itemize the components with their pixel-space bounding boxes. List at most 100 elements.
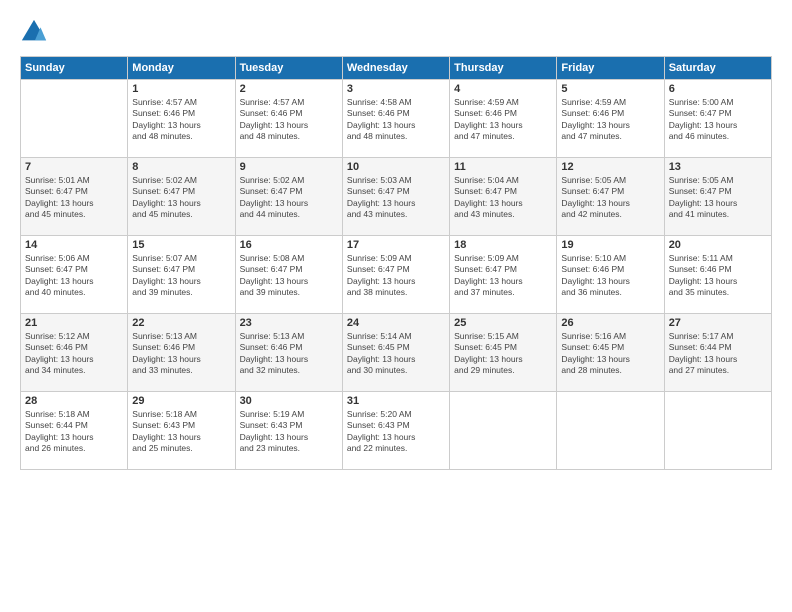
calendar-header-saturday: Saturday xyxy=(664,57,771,80)
calendar-cell: 11 Sunrise: 5:04 AM Sunset: 6:47 PM Dayli… xyxy=(450,158,557,236)
day-detail: Sunrise: 5:15 AM Sunset: 6:45 PM Dayligh… xyxy=(454,331,552,377)
day-number: 15 xyxy=(132,239,230,251)
calendar-cell: 26Sunrise: 5:16 AM Sunset: 6:45 PM Dayli… xyxy=(557,314,664,392)
day-number: 29 xyxy=(132,395,230,407)
calendar-cell: 4 Sunrise: 4:59 AM Sunset: 6:46 PM Daylig… xyxy=(450,80,557,158)
day-number: 19 xyxy=(561,239,659,251)
calendar-header-friday: Friday xyxy=(557,57,664,80)
day-number: 2 xyxy=(240,83,338,95)
calendar-cell: 3Sunrise: 4:58 AM Sunset: 6:46 PM Daylig… xyxy=(342,80,449,158)
day-number: 26 xyxy=(561,317,659,329)
day-detail: Sunrise: 5:07 AM Sunset: 6:47 PM Dayligh… xyxy=(132,253,230,299)
day-detail: Sunrise: 5:00 AM Sunset: 6:47 PM Dayligh… xyxy=(669,97,767,143)
day-detail: Sunrise: 5:12 AM Sunset: 6:46 PM Dayligh… xyxy=(25,331,123,377)
calendar-cell: 15 Sunrise: 5:07 AM Sunset: 6:47 PM Dayli… xyxy=(128,236,235,314)
calendar-week-row: 28 Sunrise: 5:18 AM Sunset: 6:44 PM Dayli… xyxy=(21,392,772,470)
day-detail: Sunrise: 4:58 AM Sunset: 6:46 PM Dayligh… xyxy=(347,97,445,143)
calendar-cell: 12Sunrise: 5:05 AM Sunset: 6:47 PM Dayli… xyxy=(557,158,664,236)
calendar-cell: 9 Sunrise: 5:02 AM Sunset: 6:47 PM Daylig… xyxy=(235,158,342,236)
header xyxy=(20,18,772,46)
calendar-cell: 23 Sunrise: 5:13 AM Sunset: 6:46 PM Dayli… xyxy=(235,314,342,392)
day-number: 4 xyxy=(454,83,552,95)
day-number: 24 xyxy=(347,317,445,329)
day-number: 30 xyxy=(240,395,338,407)
calendar-cell xyxy=(450,392,557,470)
calendar-cell xyxy=(664,392,771,470)
calendar-cell: 28 Sunrise: 5:18 AM Sunset: 6:44 PM Dayli… xyxy=(21,392,128,470)
calendar-cell: 14 Sunrise: 5:06 AM Sunset: 6:47 PM Dayli… xyxy=(21,236,128,314)
calendar-cell: 7 Sunrise: 5:01 AM Sunset: 6:47 PM Daylig… xyxy=(21,158,128,236)
day-number: 8 xyxy=(132,161,230,173)
day-number: 25 xyxy=(454,317,552,329)
calendar-cell: 8 Sunrise: 5:02 AM Sunset: 6:47 PM Daylig… xyxy=(128,158,235,236)
calendar-week-row: 21 Sunrise: 5:12 AM Sunset: 6:46 PM Dayli… xyxy=(21,314,772,392)
day-detail: Sunrise: 5:04 AM Sunset: 6:47 PM Dayligh… xyxy=(454,175,552,221)
calendar-cell: 6 Sunrise: 5:00 AM Sunset: 6:47 PM Daylig… xyxy=(664,80,771,158)
day-detail: Sunrise: 5:14 AM Sunset: 6:45 PM Dayligh… xyxy=(347,331,445,377)
calendar-cell: 29 Sunrise: 5:18 AM Sunset: 6:43 PM Dayli… xyxy=(128,392,235,470)
calendar-header-monday: Monday xyxy=(128,57,235,80)
day-number: 11 xyxy=(454,161,552,173)
day-detail: Sunrise: 5:11 AM Sunset: 6:46 PM Dayligh… xyxy=(669,253,767,299)
day-detail: Sunrise: 5:02 AM Sunset: 6:47 PM Dayligh… xyxy=(132,175,230,221)
day-number: 14 xyxy=(25,239,123,251)
calendar-header-thursday: Thursday xyxy=(450,57,557,80)
calendar-cell: 30 Sunrise: 5:19 AM Sunset: 6:43 PM Dayli… xyxy=(235,392,342,470)
day-number: 23 xyxy=(240,317,338,329)
day-number: 17 xyxy=(347,239,445,251)
calendar-table: SundayMondayTuesdayWednesdayThursdayFrid… xyxy=(20,56,772,470)
calendar-cell: 19Sunrise: 5:10 AM Sunset: 6:46 PM Dayli… xyxy=(557,236,664,314)
day-number: 13 xyxy=(669,161,767,173)
page: SundayMondayTuesdayWednesdayThursdayFrid… xyxy=(0,0,792,480)
day-number: 7 xyxy=(25,161,123,173)
calendar-cell: 25 Sunrise: 5:15 AM Sunset: 6:45 PM Dayli… xyxy=(450,314,557,392)
day-detail: Sunrise: 5:01 AM Sunset: 6:47 PM Dayligh… xyxy=(25,175,123,221)
calendar-cell: 2 Sunrise: 4:57 AM Sunset: 6:46 PM Daylig… xyxy=(235,80,342,158)
day-detail: Sunrise: 5:18 AM Sunset: 6:43 PM Dayligh… xyxy=(132,409,230,455)
calendar-week-row: 14 Sunrise: 5:06 AM Sunset: 6:47 PM Dayli… xyxy=(21,236,772,314)
day-detail: Sunrise: 4:57 AM Sunset: 6:46 PM Dayligh… xyxy=(132,97,230,143)
day-number: 16 xyxy=(240,239,338,251)
day-number: 21 xyxy=(25,317,123,329)
day-detail: Sunrise: 5:05 AM Sunset: 6:47 PM Dayligh… xyxy=(669,175,767,221)
day-detail: Sunrise: 5:13 AM Sunset: 6:46 PM Dayligh… xyxy=(240,331,338,377)
calendar-cell xyxy=(21,80,128,158)
day-number: 28 xyxy=(25,395,123,407)
day-number: 22 xyxy=(132,317,230,329)
day-detail: Sunrise: 5:06 AM Sunset: 6:47 PM Dayligh… xyxy=(25,253,123,299)
day-detail: Sunrise: 5:18 AM Sunset: 6:44 PM Dayligh… xyxy=(25,409,123,455)
calendar-header-wednesday: Wednesday xyxy=(342,57,449,80)
day-detail: Sunrise: 4:57 AM Sunset: 6:46 PM Dayligh… xyxy=(240,97,338,143)
calendar-cell: 21 Sunrise: 5:12 AM Sunset: 6:46 PM Dayli… xyxy=(21,314,128,392)
calendar-cell: 10 Sunrise: 5:03 AM Sunset: 6:47 PM Dayli… xyxy=(342,158,449,236)
day-detail: Sunrise: 5:13 AM Sunset: 6:46 PM Dayligh… xyxy=(132,331,230,377)
day-detail: Sunrise: 4:59 AM Sunset: 6:46 PM Dayligh… xyxy=(454,97,552,143)
day-detail: Sunrise: 5:03 AM Sunset: 6:47 PM Dayligh… xyxy=(347,175,445,221)
day-number: 12 xyxy=(561,161,659,173)
day-number: 18 xyxy=(454,239,552,251)
calendar-cell: 24 Sunrise: 5:14 AM Sunset: 6:45 PM Dayli… xyxy=(342,314,449,392)
day-detail: Sunrise: 5:08 AM Sunset: 6:47 PM Dayligh… xyxy=(240,253,338,299)
day-number: 27 xyxy=(669,317,767,329)
calendar-cell: 27Sunrise: 5:17 AM Sunset: 6:44 PM Dayli… xyxy=(664,314,771,392)
calendar-week-row: 1Sunrise: 4:57 AM Sunset: 6:46 PM Daylig… xyxy=(21,80,772,158)
calendar-header-row: SundayMondayTuesdayWednesdayThursdayFrid… xyxy=(21,57,772,80)
day-detail: Sunrise: 5:02 AM Sunset: 6:47 PM Dayligh… xyxy=(240,175,338,221)
day-detail: Sunrise: 5:09 AM Sunset: 6:47 PM Dayligh… xyxy=(347,253,445,299)
calendar-cell: 16 Sunrise: 5:08 AM Sunset: 6:47 PM Dayli… xyxy=(235,236,342,314)
day-number: 20 xyxy=(669,239,767,251)
calendar-header-tuesday: Tuesday xyxy=(235,57,342,80)
calendar-cell: 18 Sunrise: 5:09 AM Sunset: 6:47 PM Dayli… xyxy=(450,236,557,314)
day-number: 31 xyxy=(347,395,445,407)
logo xyxy=(20,18,52,46)
day-number: 10 xyxy=(347,161,445,173)
calendar-week-row: 7 Sunrise: 5:01 AM Sunset: 6:47 PM Daylig… xyxy=(21,158,772,236)
calendar-cell: 13 Sunrise: 5:05 AM Sunset: 6:47 PM Dayli… xyxy=(664,158,771,236)
calendar-cell: 22 Sunrise: 5:13 AM Sunset: 6:46 PM Dayli… xyxy=(128,314,235,392)
day-number: 9 xyxy=(240,161,338,173)
day-number: 6 xyxy=(669,83,767,95)
day-detail: Sunrise: 5:19 AM Sunset: 6:43 PM Dayligh… xyxy=(240,409,338,455)
calendar-cell: 1Sunrise: 4:57 AM Sunset: 6:46 PM Daylig… xyxy=(128,80,235,158)
day-detail: Sunrise: 5:09 AM Sunset: 6:47 PM Dayligh… xyxy=(454,253,552,299)
day-detail: Sunrise: 4:59 AM Sunset: 6:46 PM Dayligh… xyxy=(561,97,659,143)
